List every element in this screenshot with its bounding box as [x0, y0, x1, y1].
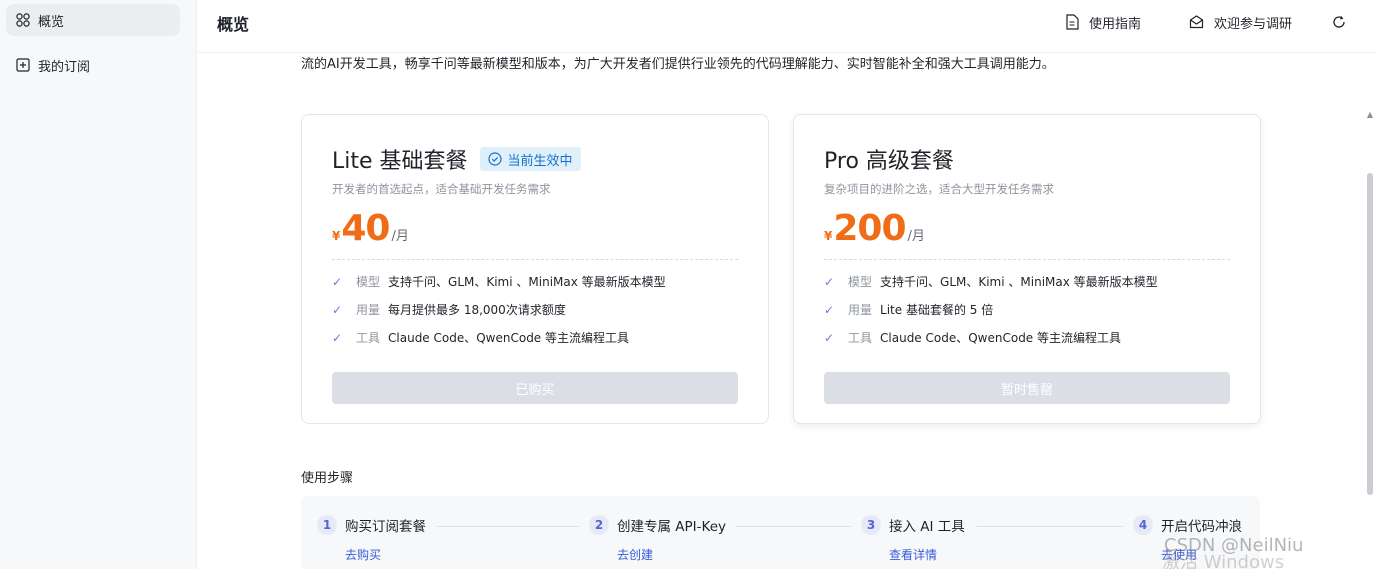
feature-row: ✓ 用量 每月提供最多 18,000次请求额度	[332, 301, 566, 318]
price-unit: /月	[391, 229, 409, 244]
refresh-icon	[1333, 16, 1345, 28]
sidebar-item-label: 我的订阅	[38, 59, 91, 75]
plus-square-icon	[16, 58, 30, 72]
feature-key: 用量	[356, 303, 381, 317]
steps-panel: 1 购买订阅套餐 去购买 2 创建专属 API-Key 去创建 3 接入 AI …	[301, 496, 1260, 569]
feature-key: 工具	[356, 331, 381, 345]
step-connector	[735, 526, 851, 527]
feature-value: Lite 基础套餐的 5 倍	[880, 303, 994, 317]
feature-value: Claude Code、QwenCode 等主流编程工具	[388, 331, 630, 345]
guide-button[interactable]: 使用指南	[1065, 12, 1141, 32]
step-link-buy[interactable]: 去购买	[345, 546, 381, 563]
currency-symbol: ¥	[332, 229, 341, 243]
plan-card-lite: Lite 基础套餐 当前生效中 开发者的首选起点，适合基础开发任务需求 ¥ 40…	[301, 114, 769, 424]
feature-row: ✓ 工具 Claude Code、QwenCode 等主流编程工具	[332, 329, 629, 346]
feature-key: 工具	[848, 331, 873, 345]
scrollbar[interactable]: ▲	[1363, 53, 1377, 569]
plan-title-text: Pro 高级套餐	[824, 149, 954, 174]
csdn-watermark: CSDN @NeilNiu	[1164, 535, 1304, 556]
feature-row: ✓ 模型 支持千问、GLM、Kimi 、MiniMax 等最新版本模型	[824, 273, 1158, 290]
step-1: 1 购买订阅套餐	[317, 515, 426, 535]
plan-subtitle: 复杂项目的进阶之选，适合大型开发任务需求	[824, 182, 1054, 196]
divider	[332, 259, 738, 260]
plan-title: Pro 高级套餐	[824, 143, 954, 175]
step-label: 创建专属 API-Key	[617, 519, 726, 535]
check-icon: ✓	[824, 330, 835, 345]
sidebar: 概览 我的订阅	[0, 0, 197, 569]
step-number: 2	[589, 515, 609, 535]
step-connector	[437, 526, 579, 527]
step-label: 开启代码冲浪	[1161, 519, 1242, 535]
plan-card-pro: Pro 高级套餐 复杂项目的进阶之选，适合大型开发任务需求 ¥ 200 /月 ✓…	[793, 114, 1261, 424]
sidebar-item-overview[interactable]: 概览	[6, 4, 180, 36]
step-link-create[interactable]: 去创建	[617, 546, 653, 563]
check-icon: ✓	[332, 330, 343, 345]
purchased-button[interactable]: 已购买	[332, 372, 738, 404]
plan-title: Lite 基础套餐 当前生效中	[332, 143, 581, 175]
step-number: 3	[861, 515, 881, 535]
grid-icon	[16, 13, 30, 27]
sold-out-button[interactable]: 暂时售罄	[824, 372, 1230, 404]
status-badge-label: 当前生效中	[507, 153, 573, 169]
step-label: 接入 AI 工具	[889, 519, 965, 535]
feature-value: 支持千问、GLM、Kimi 、MiniMax 等最新版本模型	[880, 275, 1158, 289]
plan-price: ¥ 200 /月	[824, 208, 925, 249]
envelope-icon	[1189, 15, 1204, 29]
feature-value: Claude Code、QwenCode 等主流编程工具	[880, 331, 1122, 345]
main-content: 流的AI开发工具，畅享千问等最新模型和版本，为广大开发者们提供行业领先的代码理解…	[198, 53, 1363, 569]
steps-title: 使用步骤	[301, 471, 354, 486]
survey-label: 欢迎参与调研	[1214, 16, 1293, 32]
price-unit: /月	[907, 229, 925, 244]
check-icon: ✓	[824, 302, 835, 317]
sidebar-item-subscriptions[interactable]: 我的订阅	[6, 49, 180, 81]
feature-key: 模型	[356, 275, 381, 289]
survey-button[interactable]: 欢迎参与调研	[1189, 12, 1292, 32]
document-icon	[1066, 14, 1079, 30]
step-number: 4	[1133, 515, 1153, 535]
price-amount: 40	[341, 208, 390, 249]
guide-label: 使用指南	[1089, 16, 1142, 32]
feature-row: ✓ 模型 支持千问、GLM、Kimi 、MiniMax 等最新版本模型	[332, 273, 666, 290]
divider	[824, 259, 1230, 260]
step-link-details[interactable]: 查看详情	[889, 546, 937, 563]
plan-price: ¥ 40 /月	[332, 208, 409, 249]
scroll-up-arrow-icon[interactable]: ▲	[1367, 110, 1373, 119]
step-2: 2 创建专属 API-Key	[589, 515, 726, 535]
feature-value: 每月提供最多 18,000次请求额度	[388, 303, 566, 317]
plan-title-text: Lite 基础套餐	[332, 149, 468, 174]
step-number: 1	[317, 515, 337, 535]
feature-value: 支持千问、GLM、Kimi 、MiniMax 等最新版本模型	[388, 275, 666, 289]
plan-subtitle: 开发者的首选起点，适合基础开发任务需求	[332, 182, 551, 196]
feature-key: 模型	[848, 275, 873, 289]
check-circle-icon	[487, 152, 502, 166]
price-amount: 200	[833, 208, 906, 249]
feature-row: ✓ 用量 Lite 基础套餐的 5 倍	[824, 301, 993, 318]
check-icon: ✓	[824, 274, 835, 289]
check-icon: ✓	[332, 274, 343, 289]
feature-key: 用量	[848, 303, 873, 317]
step-4: 4 开启代码冲浪	[1133, 515, 1242, 535]
top-header: 概览 使用指南 欢迎参与调研	[198, 0, 1377, 53]
check-icon: ✓	[332, 302, 343, 317]
currency-symbol: ¥	[824, 229, 833, 243]
page-title: 概览	[217, 15, 250, 34]
scrollbar-thumb[interactable]	[1367, 173, 1373, 495]
refresh-button[interactable]	[1331, 12, 1357, 32]
sidebar-item-label: 概览	[38, 14, 65, 30]
step-connector	[977, 526, 1123, 527]
feature-row: ✓ 工具 Claude Code、QwenCode 等主流编程工具	[824, 329, 1121, 346]
status-badge: 当前生效中	[479, 147, 581, 171]
step-3: 3 接入 AI 工具	[861, 515, 965, 535]
step-label: 购买订阅套餐	[345, 519, 426, 535]
intro-text: 流的AI开发工具，畅享千问等最新模型和版本，为广大开发者们提供行业领先的代码理解…	[301, 57, 1055, 72]
